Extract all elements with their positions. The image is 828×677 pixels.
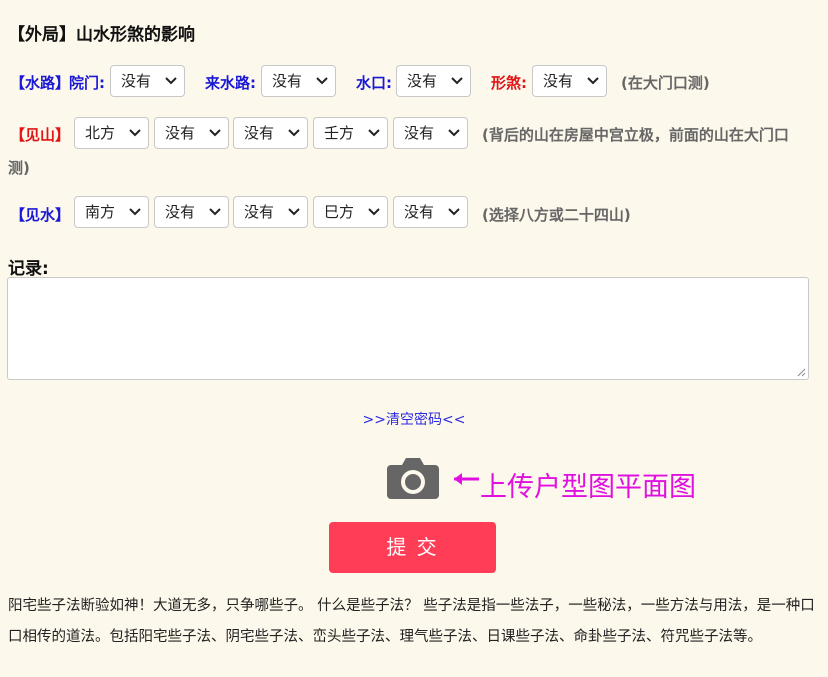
water-option-5-select[interactable]: 没有 — [393, 196, 468, 228]
select-value: 巳方 — [324, 203, 355, 221]
select-value: 没有 — [244, 124, 275, 142]
chevron-down-icon — [209, 129, 221, 137]
chevron-down-icon — [288, 129, 300, 137]
select-value: 南方 — [85, 203, 116, 221]
select-value: 没有 — [404, 124, 435, 142]
chevron-down-icon — [165, 77, 177, 85]
incoming-water-select[interactable]: 没有 — [261, 65, 336, 97]
chevron-down-icon — [129, 208, 141, 216]
form-sha-select[interactable]: 没有 — [532, 65, 607, 97]
arrow-left-icon — [454, 473, 479, 485]
clear-password-link[interactable]: >>清空密码<< — [0, 409, 828, 429]
form-sha-label: 形煞: — [491, 74, 527, 92]
chevron-down-icon — [368, 208, 380, 216]
chevron-down-icon — [209, 208, 221, 216]
form-sha-value: 没有 — [543, 72, 574, 90]
mountain-direction-select[interactable]: 北方 — [74, 117, 149, 149]
water-direction-select[interactable]: 南方 — [74, 196, 149, 228]
chevron-down-icon — [129, 129, 141, 137]
water-path-note: (在大门口测) — [621, 74, 710, 92]
see-mountain-label: 【见山】 — [10, 126, 71, 144]
record-textarea[interactable] — [7, 277, 809, 380]
see-water-label: 【见水】 — [10, 206, 71, 224]
select-value: 没有 — [165, 124, 196, 142]
chevron-down-icon — [448, 208, 460, 216]
select-value: 壬方 — [324, 124, 355, 142]
water-mouth-value: 没有 — [407, 72, 438, 90]
submit-button[interactable]: 提 交 — [329, 522, 496, 573]
chevron-down-icon — [587, 77, 599, 85]
incoming-water-label: 来水路: — [205, 74, 256, 92]
section-title: 【外局】山水形煞的影响 — [8, 25, 195, 45]
mountain-option-3-select[interactable]: 没有 — [233, 117, 308, 149]
incoming-water-value: 没有 — [272, 72, 303, 90]
yard-gate-label: 院门: — [69, 74, 105, 92]
water-mouth-label: 水口: — [356, 74, 392, 92]
water-option-2-select[interactable]: 没有 — [154, 196, 229, 228]
resize-handle-icon[interactable] — [797, 368, 806, 377]
water-option-3-select[interactable]: 没有 — [233, 196, 308, 228]
chevron-down-icon — [451, 77, 463, 85]
description-paragraph: 阳宅些子法断验如神！大道无多，只争哪些子。 什么是些子法？ 些子法是指一些法子，… — [8, 598, 815, 645]
yard-gate-select[interactable]: 没有 — [110, 65, 185, 97]
select-value: 北方 — [85, 124, 116, 142]
chevron-down-icon — [368, 129, 380, 137]
chevron-down-icon — [288, 208, 300, 216]
water-mouth-select[interactable]: 没有 — [396, 65, 471, 97]
mountain-mountain-select[interactable]: 壬方 — [313, 117, 388, 149]
select-value: 没有 — [244, 203, 275, 221]
select-value: 没有 — [165, 203, 196, 221]
record-label: 记录: — [8, 259, 49, 279]
yard-gate-value: 没有 — [121, 72, 152, 90]
water-mountain-select[interactable]: 巳方 — [313, 196, 388, 228]
water-path-label: 【水路】 — [10, 74, 71, 92]
mountain-option-2-select[interactable]: 没有 — [154, 117, 229, 149]
select-value: 没有 — [404, 203, 435, 221]
chevron-down-icon — [316, 77, 328, 85]
camera-icon[interactable] — [387, 457, 439, 499]
see-mountain-note: (背后的山在房屋中宫立极，前面的山在大门口 — [482, 126, 789, 144]
mountain-option-5-select[interactable]: 没有 — [393, 117, 468, 149]
upload-floorplan-label[interactable]: 上传户型图平面图 — [480, 465, 696, 504]
see-water-note: (选择八方或二十四山) — [482, 206, 631, 224]
see-mountain-note-continued: 测) — [8, 159, 30, 177]
chevron-down-icon — [448, 129, 460, 137]
